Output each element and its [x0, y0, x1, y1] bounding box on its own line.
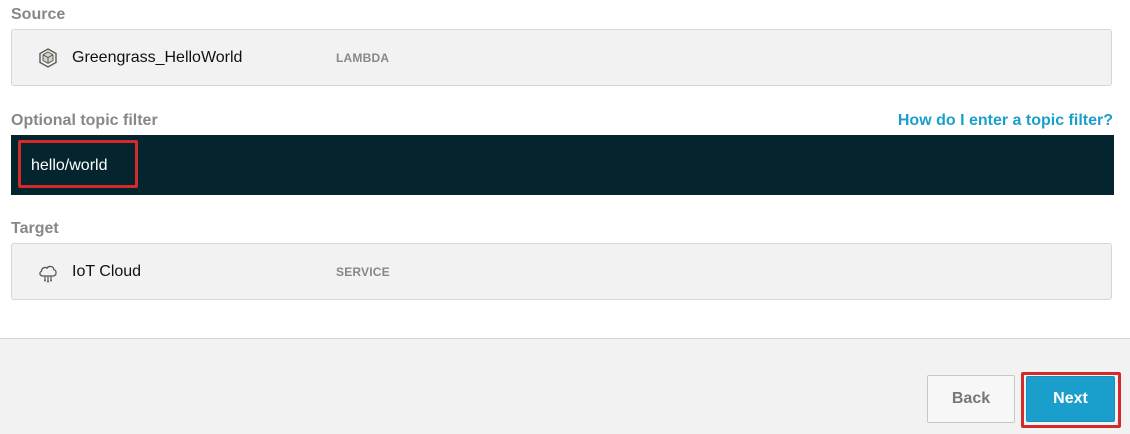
next-button[interactable]: Next: [1026, 376, 1115, 422]
target-card[interactable]: IoT Cloud SERVICE: [11, 243, 1112, 300]
topic-filter-field[interactable]: [11, 135, 1114, 195]
lambda-cube-icon: [36, 46, 60, 70]
source-card[interactable]: Greengrass_HelloWorld LAMBDA: [11, 29, 1112, 86]
back-button[interactable]: Back: [927, 375, 1015, 423]
source-name: Greengrass_HelloWorld: [72, 48, 243, 66]
target-name: IoT Cloud: [72, 262, 142, 280]
target-type: SERVICE: [336, 264, 390, 279]
source-type: LAMBDA: [336, 50, 390, 65]
wizard-footer: Back Next: [0, 338, 1130, 434]
topic-filter-help-link[interactable]: How do I enter a topic filter?: [898, 112, 1113, 130]
topic-filter-label: Optional topic filter: [11, 112, 158, 129]
topic-filter-input[interactable]: [31, 155, 931, 177]
iot-cloud-icon: [36, 260, 60, 284]
source-label: Source: [11, 6, 66, 23]
target-label: Target: [11, 220, 59, 237]
